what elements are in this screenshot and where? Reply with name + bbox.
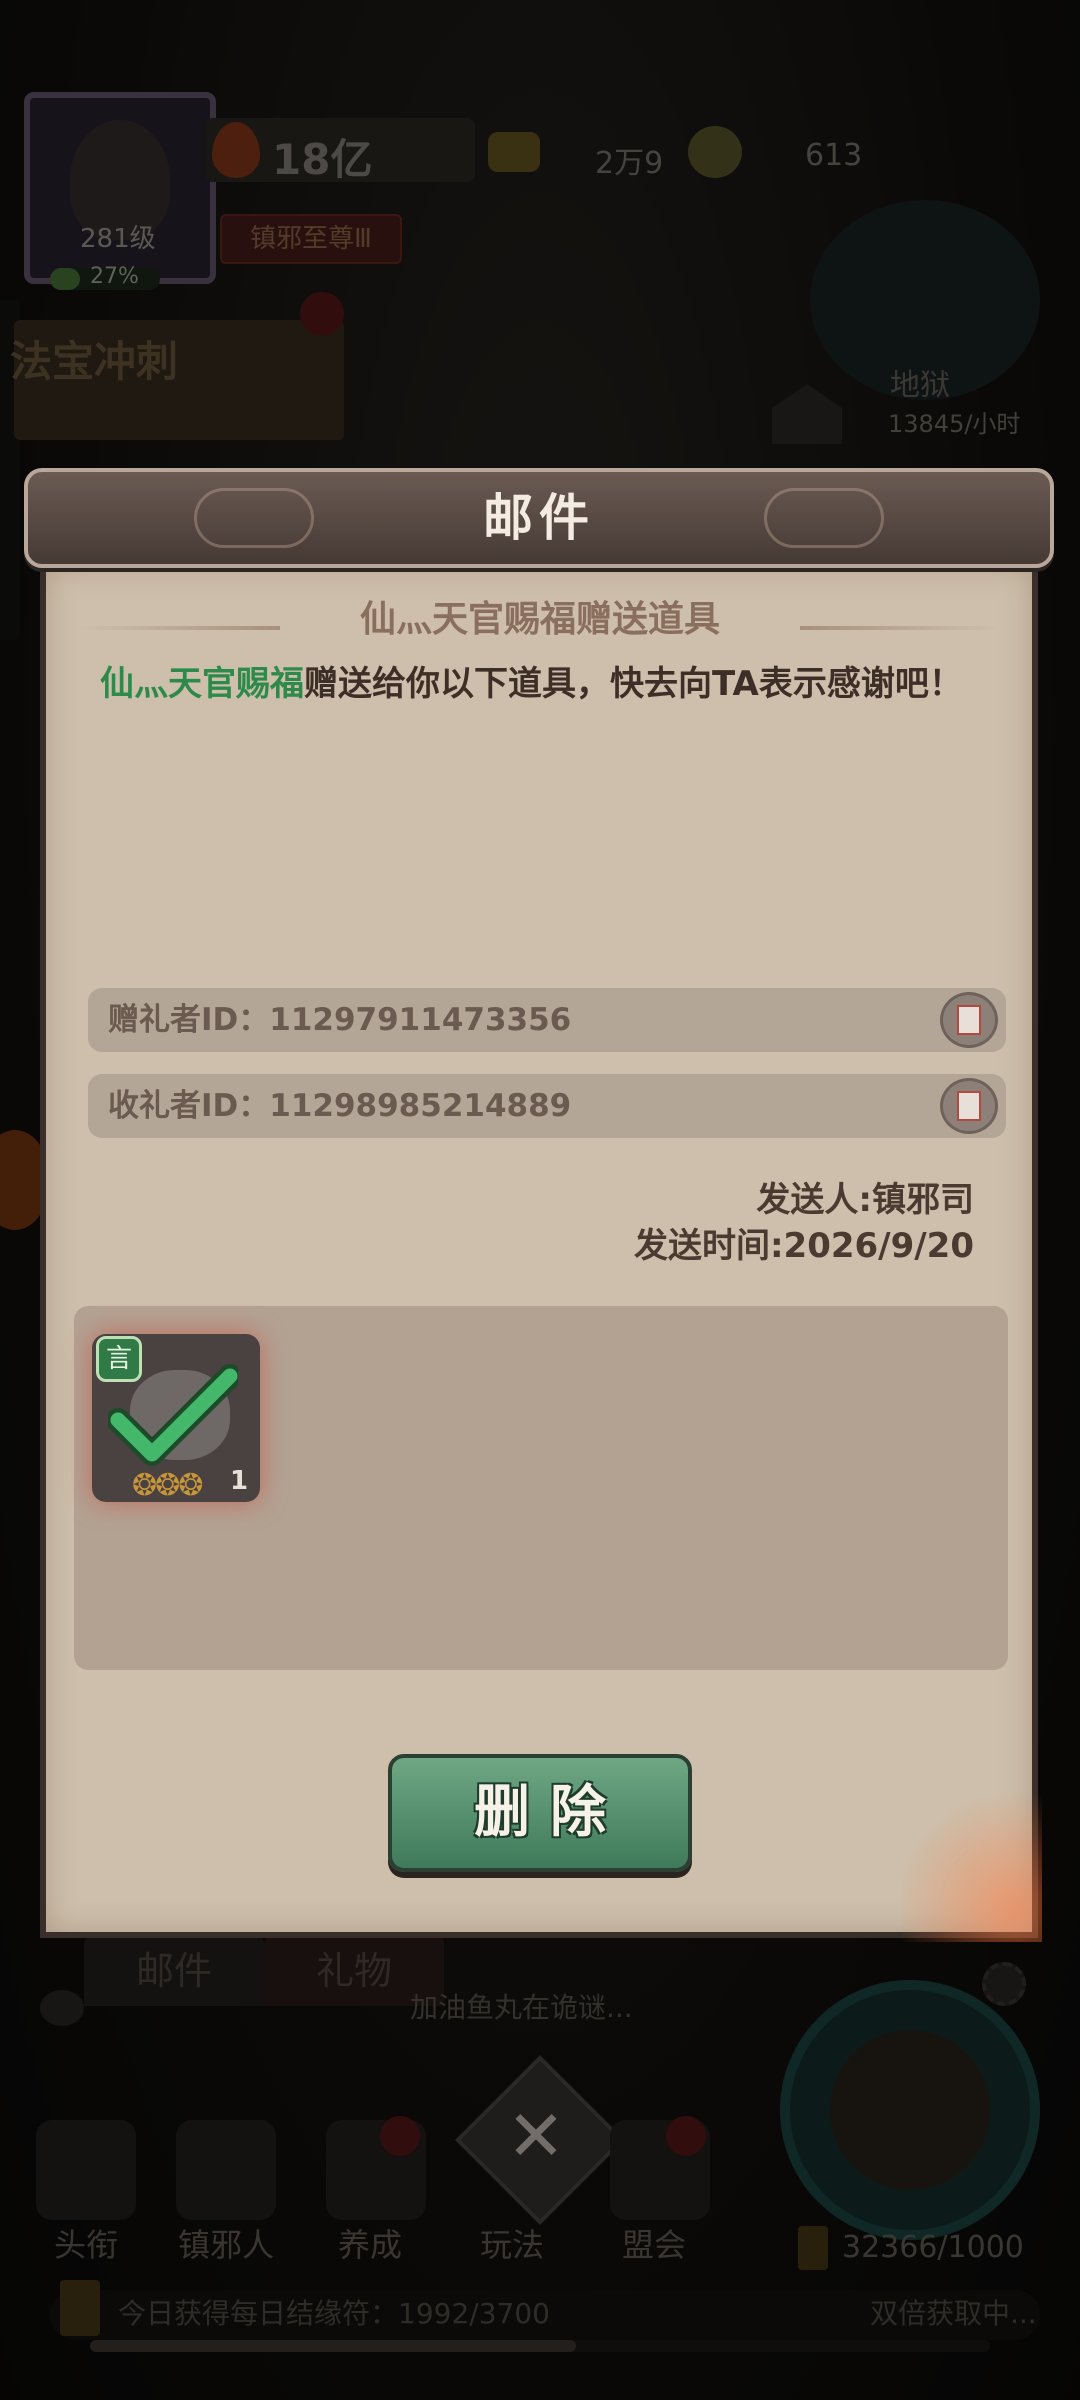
giver-id-row: 赠礼者ID：11297911473356: [88, 988, 1006, 1052]
claimed-check-icon: [108, 1364, 238, 1466]
corner-glow: [902, 1782, 1042, 1942]
mail-content: 仙灬天官赐福赠送给你以下道具，快去向TA表示感谢吧！: [100, 660, 980, 708]
receiver-id: 收礼者ID：11298985214889: [108, 1088, 572, 1124]
sender-highlight: 仙灬天官赐福: [100, 664, 304, 704]
copy-icon: [957, 1091, 981, 1121]
item-count: 1: [230, 1466, 249, 1496]
mail-time: 发送时间:2026/9/20: [633, 1226, 974, 1266]
mail-sender: 发送人:镇邪司: [756, 1180, 974, 1220]
mail-body-text: 赠送给你以下道具，快去向TA表示感谢吧！: [304, 664, 963, 704]
giver-id: 赠礼者ID：11297911473356: [108, 1002, 572, 1038]
receiver-id-row: 收礼者ID：11298985214889: [88, 1074, 1006, 1138]
delete-button[interactable]: 删除: [388, 1754, 692, 1872]
mail-subject: 仙灬天官赐福赠送道具: [359, 599, 720, 640]
copy-receiver-id-button[interactable]: [940, 1078, 998, 1134]
copy-icon: [957, 1005, 981, 1035]
item-stars: ❂❂❂: [132, 1468, 203, 1503]
copy-giver-id-button[interactable]: [940, 992, 998, 1048]
delete-label: 删除: [474, 1780, 626, 1845]
modal-title: 邮件: [483, 489, 595, 547]
